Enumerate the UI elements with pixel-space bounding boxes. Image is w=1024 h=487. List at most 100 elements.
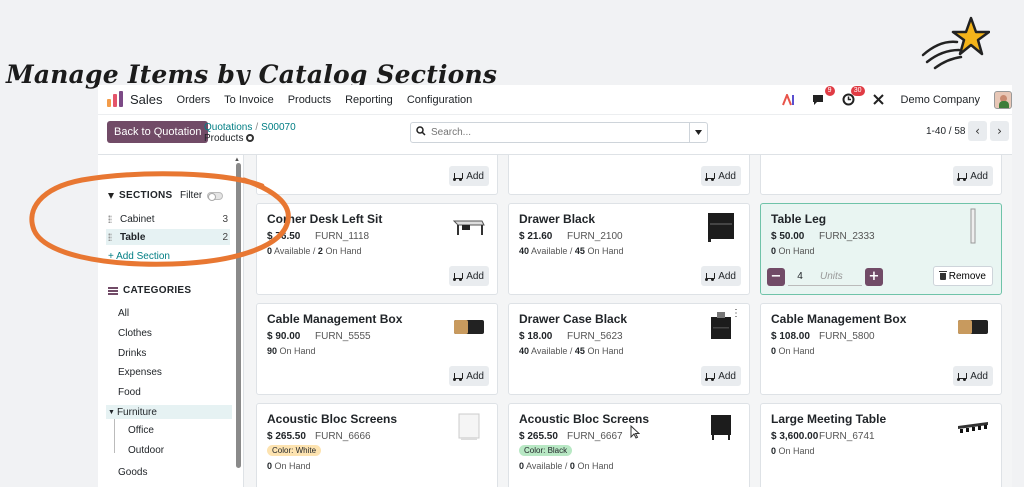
product-stock: 90 On Hand bbox=[267, 346, 316, 356]
breadcrumb-quotations[interactable]: Quotations bbox=[204, 122, 252, 133]
product-ref: FURN_6666 bbox=[315, 431, 371, 442]
add-button[interactable]: Add bbox=[701, 166, 741, 186]
product-ref: FURN_1118 bbox=[315, 231, 370, 242]
search-box bbox=[410, 122, 708, 143]
product-card[interactable]: Acoustic Bloc Screens $ 265.50 FURN_6666… bbox=[256, 403, 498, 487]
category-expenses[interactable]: Expenses bbox=[118, 367, 162, 378]
product-ref: FURN_2100 bbox=[567, 231, 623, 242]
product-card[interactable]: Drawer Case Black $ 18.00 FURN_5623 40 A… bbox=[508, 303, 750, 395]
cart-icon bbox=[705, 373, 716, 381]
quantity-unit: Units bbox=[820, 271, 843, 282]
quantity-stepper: − 4 Units + bbox=[767, 268, 883, 286]
product-stock: 0 Available / 0 On Hand bbox=[519, 461, 614, 471]
pager-next-button[interactable]: › bbox=[990, 121, 1009, 141]
product-ref: FURN_2333 bbox=[819, 231, 875, 242]
add-button[interactable]: Add bbox=[701, 366, 741, 386]
quantity-value[interactable]: 4 bbox=[788, 271, 812, 282]
product-ref: FURN_5555 bbox=[315, 331, 371, 342]
product-ref: FURN_5800 bbox=[819, 331, 875, 342]
breadcrumb-order[interactable]: S00070 bbox=[261, 122, 295, 133]
add-button[interactable]: Add bbox=[449, 366, 489, 386]
quantity-field[interactable]: 4 Units bbox=[788, 268, 862, 286]
product-name: Cable Management Box bbox=[267, 312, 403, 326]
user-avatar[interactable] bbox=[994, 90, 1012, 109]
pager-value[interactable]: 1-40 / 58 bbox=[926, 126, 965, 137]
increase-quantity-button[interactable]: + bbox=[865, 268, 883, 286]
product-card[interactable]: Acoustic Bloc Screens $ 265.50 FURN_6667… bbox=[508, 403, 750, 487]
product-image bbox=[955, 208, 991, 244]
product-card[interactable]: Cable Management Box $ 108.00 FURN_5800 … bbox=[760, 303, 1002, 395]
category-office[interactable]: Office bbox=[128, 425, 154, 436]
category-clothes[interactable]: Clothes bbox=[118, 328, 152, 339]
app-name[interactable]: Sales bbox=[130, 92, 163, 107]
product-card[interactable]: Drawer Black $ 21.60 FURN_2100 40 Availa… bbox=[508, 203, 750, 295]
activity-badge: 30 bbox=[850, 85, 865, 96]
product-price: $ 21.60 bbox=[519, 231, 553, 242]
product-price: $ 18.00 bbox=[519, 331, 553, 342]
product-price: $ 3,600.00 bbox=[771, 431, 819, 442]
category-goods[interactable]: Goods bbox=[118, 467, 147, 478]
category-furniture[interactable]: ▼ Furniture bbox=[106, 405, 232, 419]
menu-configuration[interactable]: Configuration bbox=[407, 94, 472, 106]
product-stock: 0 On Hand bbox=[771, 346, 815, 356]
breadcrumb: Quotations / S00070 Products bbox=[204, 122, 296, 144]
remove-button[interactable]: Remove bbox=[932, 266, 993, 286]
back-to-quotation-button[interactable]: Back to Quotation bbox=[107, 121, 209, 143]
cart-icon bbox=[957, 373, 968, 381]
top-navbar: Sales Orders To Invoice Products Reporti… bbox=[98, 85, 1012, 115]
product-ref: FURN_6667 bbox=[567, 431, 623, 442]
search-input[interactable] bbox=[431, 127, 689, 138]
list-icon bbox=[108, 286, 118, 295]
category-all[interactable]: All bbox=[118, 308, 129, 319]
company-switcher[interactable]: Demo Company bbox=[901, 94, 980, 106]
chat-badge: 9 bbox=[824, 85, 835, 96]
add-button[interactable]: Add bbox=[953, 366, 993, 386]
menu-to-invoice[interactable]: To Invoice bbox=[224, 94, 274, 106]
gear-icon[interactable] bbox=[246, 134, 255, 142]
sales-app-icon[interactable] bbox=[106, 90, 124, 109]
search-icon bbox=[411, 126, 431, 139]
tools-icon[interactable] bbox=[871, 92, 887, 108]
chat-icon[interactable]: 9 bbox=[811, 85, 835, 108]
cart-icon bbox=[705, 273, 716, 281]
category-outdoor[interactable]: Outdoor bbox=[128, 445, 164, 456]
product-ref: FURN_5623 bbox=[567, 331, 623, 342]
add-button[interactable]: Add bbox=[449, 266, 489, 286]
cart-icon bbox=[453, 173, 464, 181]
category-drinks[interactable]: Drinks bbox=[118, 348, 146, 359]
menu-products[interactable]: Products bbox=[288, 94, 331, 106]
menu-reporting[interactable]: Reporting bbox=[345, 94, 393, 106]
product-card[interactable]: Add bbox=[508, 155, 750, 195]
product-image bbox=[703, 210, 739, 242]
activity-clock-icon[interactable]: 30 bbox=[841, 85, 865, 108]
tree-line bbox=[114, 419, 115, 453]
product-image bbox=[451, 210, 487, 242]
more-options-icon[interactable]: ⋮ bbox=[731, 308, 741, 319]
cart-icon bbox=[453, 373, 464, 381]
product-stock: 40 Available / 45 On Hand bbox=[519, 346, 624, 356]
add-button[interactable]: Add bbox=[701, 266, 741, 286]
ai-icon[interactable] bbox=[781, 92, 797, 108]
product-stock: 0 On Hand bbox=[771, 246, 815, 256]
category-food[interactable]: Food bbox=[118, 387, 141, 398]
product-name: Table Leg bbox=[771, 212, 827, 226]
search-options-toggle[interactable] bbox=[689, 123, 707, 142]
decrease-quantity-button[interactable]: − bbox=[767, 268, 785, 286]
product-price: $ 50.00 bbox=[771, 231, 805, 242]
variant-tag: Color: Black bbox=[519, 445, 573, 456]
product-card[interactable]: Cable Management Box $ 90.00 FURN_5555 9… bbox=[256, 303, 498, 395]
product-card-selected[interactable]: Table Leg $ 50.00 FURN_2333 0 On Hand − … bbox=[760, 203, 1002, 295]
menu-orders[interactable]: Orders bbox=[177, 94, 211, 106]
highlight-ellipse bbox=[29, 171, 291, 267]
product-name: Acoustic Bloc Screens bbox=[267, 412, 398, 426]
product-grid: Add Add Add Corner Desk Left Sit $ 76.50… bbox=[244, 155, 1012, 487]
product-stock: 0 On Hand bbox=[267, 461, 311, 471]
product-ref: FURN_6741 bbox=[819, 431, 875, 442]
add-button[interactable]: Add bbox=[953, 166, 993, 186]
product-price: $ 90.00 bbox=[267, 331, 301, 342]
pager-previous-button[interactable]: ‹ bbox=[968, 121, 987, 141]
caret-down-icon[interactable]: ▼ bbox=[108, 409, 115, 416]
product-card[interactable]: Add bbox=[760, 155, 1002, 195]
product-card[interactable]: Large Meeting Table $ 3,600.00 FURN_6741… bbox=[760, 403, 1002, 487]
add-button[interactable]: Add bbox=[449, 166, 489, 186]
